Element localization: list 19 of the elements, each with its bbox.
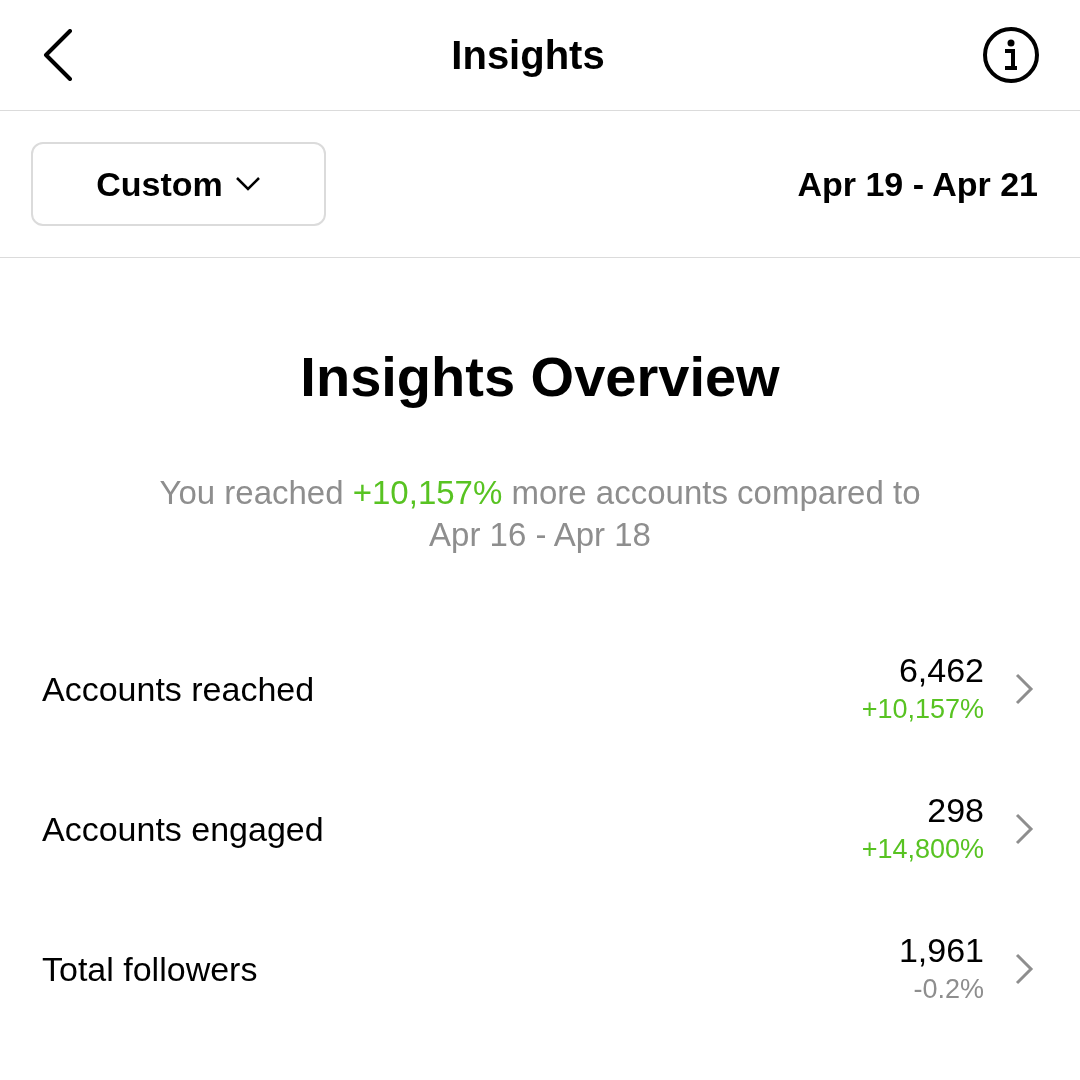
metric-label: Accounts reached bbox=[42, 668, 315, 710]
summary-text: You reached +10,157% more accounts compared to Apr 16 - Apr 18 bbox=[158, 473, 922, 555]
info-icon[interactable] bbox=[982, 26, 1040, 84]
metric-change: +14,800% bbox=[861, 833, 984, 866]
chevron-right-icon[interactable] bbox=[1014, 812, 1034, 846]
section-title: Insights Overview bbox=[300, 344, 780, 410]
screen-title: Insights bbox=[451, 32, 605, 79]
metric-change: -0.2% bbox=[913, 973, 984, 1006]
chevron-right-icon[interactable] bbox=[1014, 952, 1034, 986]
metric-value: 298 bbox=[927, 790, 984, 830]
metric-change: +10,157% bbox=[861, 693, 984, 726]
metric-value: 1,961 bbox=[898, 930, 984, 970]
chevron-down-icon bbox=[234, 176, 261, 192]
chevron-right-icon[interactable] bbox=[1014, 672, 1034, 706]
metric-label: Total followers bbox=[42, 948, 258, 990]
period-dropdown[interactable]: Custom bbox=[31, 142, 326, 226]
metric-value: 6,462 bbox=[898, 650, 984, 690]
metric-label: Accounts engaged bbox=[42, 808, 324, 850]
date-range: Apr 19 - Apr 21 bbox=[797, 163, 1038, 205]
